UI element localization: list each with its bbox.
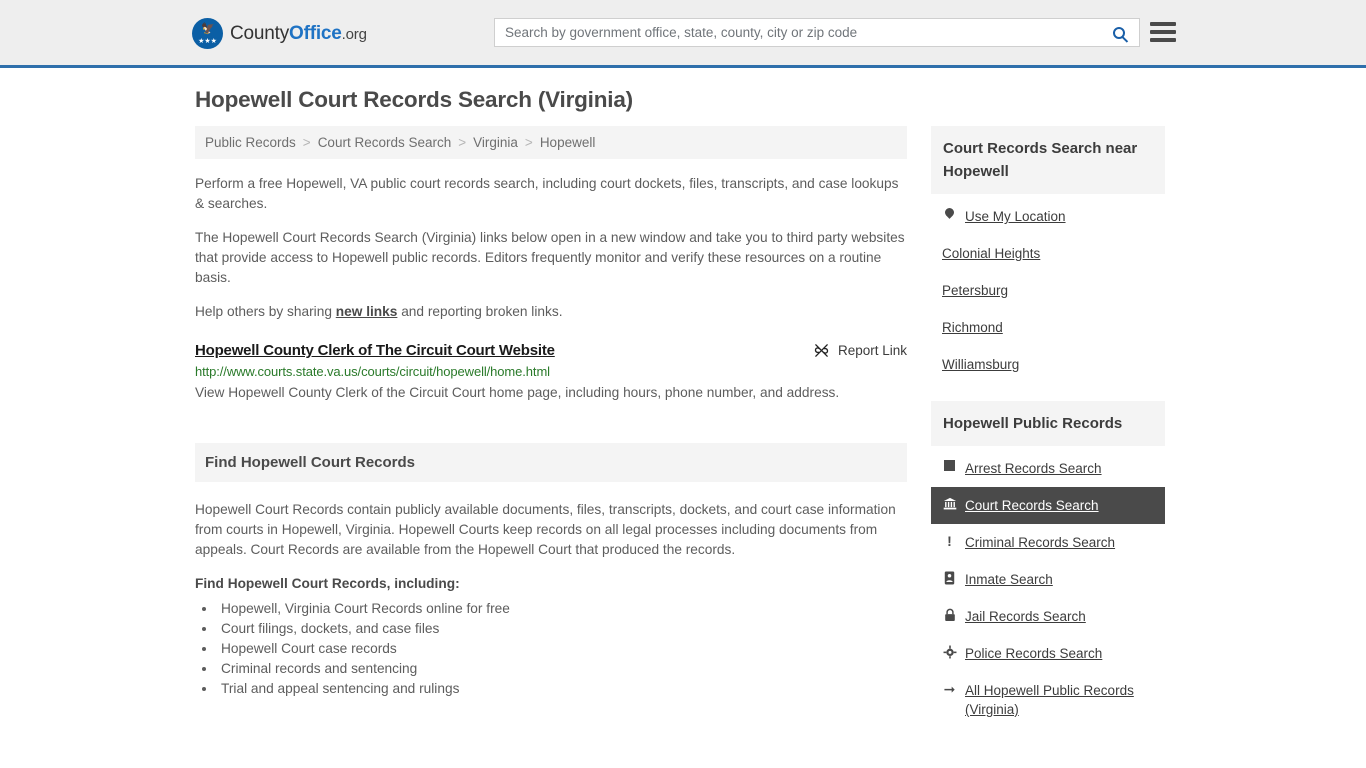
list-item: Hopewell Court case records xyxy=(217,639,907,659)
sidebar-item-petersburg[interactable]: Petersburg xyxy=(931,272,1165,309)
sidebar-item-police-records-search[interactable]: Police Records Search xyxy=(931,635,1165,672)
eagle-seal-icon: 🦅 ★★★ xyxy=(192,18,223,49)
sidebar-item-label[interactable]: Inmate Search xyxy=(965,570,1053,589)
sidebar-item-label[interactable]: Arrest Records Search xyxy=(965,459,1102,478)
result-description: View Hopewell County Clerk of the Circui… xyxy=(195,385,840,400)
sidebar-item-label[interactable]: Colonial Heights xyxy=(942,244,1040,263)
padlock-icon xyxy=(942,607,957,622)
page-title: Hopewell Court Records Search (Virginia) xyxy=(195,87,633,112)
sidebar-item-all-public-records[interactable]: ➞ All Hopewell Public Records (Virginia) xyxy=(931,672,1165,728)
hamburger-bar xyxy=(1150,38,1176,42)
sidebar-public-records-heading: Hopewell Public Records xyxy=(931,401,1165,446)
list-item: Hopewell, Virginia Court Records online … xyxy=(217,599,907,619)
breadcrumb-item-court-records-search[interactable]: Court Records Search xyxy=(318,135,452,150)
find-section-subheading: Find Hopewell Court Records, including: xyxy=(195,576,460,591)
search-button[interactable] xyxy=(1099,19,1139,46)
list-item: Trial and appeal sentencing and rulings xyxy=(217,679,907,699)
sidebar-public-records-list: Arrest Records Search Court Records Sear… xyxy=(931,450,1165,728)
exclamation-icon: ! xyxy=(947,533,952,549)
breadcrumb-item-public-records[interactable]: Public Records xyxy=(205,135,296,150)
eagle-glyph: 🦅 xyxy=(201,23,215,35)
sidebar-item-label[interactable]: Jail Records Search xyxy=(965,607,1086,626)
sidebar-nearby-list: Use My Location Colonial Heights Petersb… xyxy=(931,198,1165,383)
sidebar-item-label[interactable]: Use My Location xyxy=(965,207,1066,226)
logo-wordmark: CountyOffice.org xyxy=(230,23,367,45)
site-logo[interactable]: 🦅 ★★★ CountyOffice.org xyxy=(192,18,367,49)
breadcrumb-separator: > xyxy=(524,135,533,150)
broken-link-icon xyxy=(814,344,829,357)
sidebar: Court Records Search near Hopewell Use M… xyxy=(931,126,1165,728)
breadcrumb-item-virginia[interactable]: Virginia xyxy=(473,135,518,150)
two-column-layout: Public Records > Court Records Search > … xyxy=(195,126,1171,728)
sidebar-item-label[interactable]: Richmond xyxy=(942,318,1003,337)
sidebar-item-inmate-search[interactable]: Inmate Search xyxy=(931,561,1165,598)
breadcrumb: Public Records > Court Records Search > … xyxy=(195,126,907,159)
id-badge-icon xyxy=(942,570,957,585)
sidebar-item-court-records-search[interactable]: Court Records Search xyxy=(931,487,1165,524)
sidebar-item-richmond[interactable]: Richmond xyxy=(931,309,1165,346)
breadcrumb-item-hopewell[interactable]: Hopewell xyxy=(540,135,596,150)
help-prefix: Help others by sharing xyxy=(195,304,336,319)
page-body: Hopewell Court Records Search (Virginia)… xyxy=(0,68,1366,728)
report-link-button[interactable]: Report Link xyxy=(813,342,907,359)
find-section-bullet-list: Hopewell, Virginia Court Records online … xyxy=(217,599,907,699)
result-header-row: Hopewell County Clerk of The Circuit Cou… xyxy=(195,342,907,359)
courthouse-icon xyxy=(942,496,957,511)
sidebar-item-label[interactable]: Williamsburg xyxy=(942,355,1019,374)
sidebar-item-label[interactable]: Police Records Search xyxy=(965,644,1102,663)
list-item: Court filings, dockets, and case files xyxy=(217,619,907,639)
new-links-link[interactable]: new links xyxy=(336,304,398,319)
sidebar-item-label[interactable]: Petersburg xyxy=(942,281,1008,300)
logo-text-office: Office xyxy=(289,22,342,44)
sidebar-item-label[interactable]: Criminal Records Search xyxy=(965,533,1115,552)
sidebar-item-criminal-records-search[interactable]: ! Criminal Records Search xyxy=(931,524,1165,561)
sidebar-item-label[interactable]: Court Records Search xyxy=(965,496,1099,515)
result-entry: Hopewell County Clerk of The Circuit Cou… xyxy=(195,342,907,403)
intro-paragraph-2: The Hopewell Court Records Search (Virgi… xyxy=(195,230,905,285)
result-url: http://www.courts.state.va.us/courts/cir… xyxy=(195,364,550,379)
police-badge-icon xyxy=(942,644,957,659)
map-pin-icon xyxy=(942,206,957,219)
sidebar-item-label[interactable]: All Hopewell Public Records (Virginia) xyxy=(965,681,1154,719)
help-suffix: and reporting broken links. xyxy=(397,304,563,319)
arrow-right-icon: ➞ xyxy=(943,681,956,697)
search-icon xyxy=(1113,26,1125,39)
sidebar-item-use-my-location[interactable]: Use My Location xyxy=(931,198,1165,235)
report-link-label: Report Link xyxy=(837,343,907,358)
search-bar xyxy=(494,18,1140,47)
hamburger-bar xyxy=(1150,22,1176,26)
search-input[interactable] xyxy=(495,19,1099,46)
breadcrumb-separator: > xyxy=(302,135,311,150)
find-section-paragraph: Hopewell Court Records contain publicly … xyxy=(195,502,896,557)
main-column: Public Records > Court Records Search > … xyxy=(195,126,907,699)
sidebar-item-jail-records-search[interactable]: Jail Records Search xyxy=(931,598,1165,635)
logo-text-county: County xyxy=(230,22,290,44)
hamburger-menu-icon[interactable] xyxy=(1150,20,1176,44)
site-header: 🦅 ★★★ CountyOffice.org xyxy=(0,0,1366,68)
list-item: Criminal records and sentencing xyxy=(217,659,907,679)
square-badge-icon xyxy=(942,459,957,471)
sidebar-nearby-heading: Court Records Search near Hopewell xyxy=(931,126,1165,194)
intro-paragraph-1: Perform a free Hopewell, VA public court… xyxy=(195,176,899,211)
sidebar-item-colonial-heights[interactable]: Colonial Heights xyxy=(931,235,1165,272)
stars-glyph: ★★★ xyxy=(198,38,217,45)
find-section-heading: Find Hopewell Court Records xyxy=(195,443,907,482)
logo-text-org: .org xyxy=(341,25,367,43)
hamburger-bar xyxy=(1150,30,1176,34)
content-container: Hopewell Court Records Search (Virginia)… xyxy=(195,68,1171,728)
result-title-link[interactable]: Hopewell County Clerk of The Circuit Cou… xyxy=(195,342,555,359)
breadcrumb-separator: > xyxy=(458,135,467,150)
sidebar-item-arrest-records-search[interactable]: Arrest Records Search xyxy=(931,450,1165,487)
sidebar-item-williamsburg[interactable]: Williamsburg xyxy=(931,346,1165,383)
help-share-paragraph: Help others by sharing new links and rep… xyxy=(195,302,907,322)
